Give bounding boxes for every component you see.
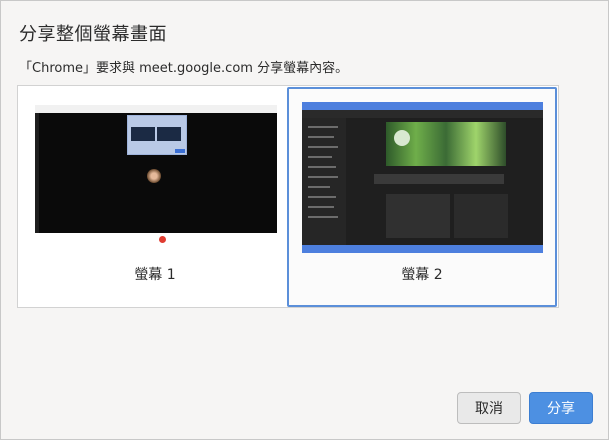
dialog-subtitle: 「Chrome」要求與 meet.google.com 分享螢幕內容。 [19,61,349,76]
screen-2-label: 螢幕 2 [401,267,443,283]
screen-source-2[interactable]: 螢幕 2 [287,87,557,307]
screen-source-list: 螢幕 1 螢幕 2 [17,85,559,308]
cancel-button[interactable]: 取消 [457,392,521,424]
dialog-title: 分享整個螢幕畫面 [19,24,167,45]
screen-1-thumbnail [35,105,277,247]
share-button[interactable]: 分享 [529,392,593,424]
screen-1-label: 螢幕 1 [134,267,176,283]
avatar [147,169,161,183]
share-screen-dialog: 分享整個螢幕畫面 「Chrome」要求與 meet.google.com 分享螢… [0,0,609,440]
screen-source-1[interactable]: 螢幕 1 [20,87,290,307]
screen-2-thumbnail [302,102,543,253]
